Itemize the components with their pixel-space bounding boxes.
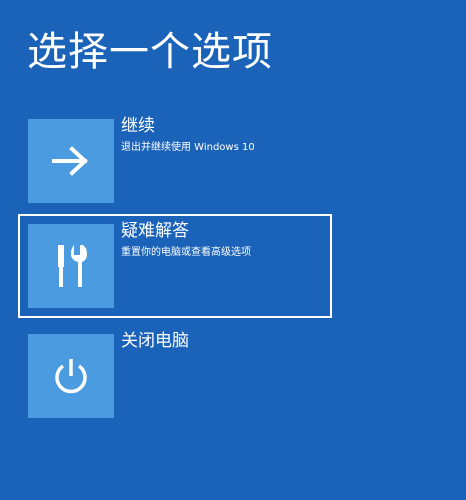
tools-icon	[58, 245, 87, 287]
shutdown-text: 关闭电脑	[121, 329, 326, 353]
shutdown-option[interactable]: 关闭电脑	[18, 324, 332, 428]
shutdown-tile[interactable]	[28, 334, 114, 418]
continue-title: 继续	[121, 116, 155, 136]
page-title: 选择一个选项	[27, 29, 273, 75]
continue-text: 继续 退出并继续使用 Windows 10	[121, 114, 326, 155]
continue-option[interactable]: 继续 退出并继续使用 Windows 10	[18, 109, 332, 213]
troubleshoot-title: 疑难解答	[121, 221, 189, 241]
shutdown-title: 关闭电脑	[121, 331, 189, 351]
arrow-right-icon	[52, 146, 88, 176]
continue-description: 退出并继续使用 Windows 10	[121, 142, 255, 153]
troubleshoot-text: 疑难解答 重置你的电脑或查看高级选项	[121, 219, 326, 260]
troubleshoot-tile[interactable]	[28, 224, 114, 308]
troubleshoot-description: 重置你的电脑或查看高级选项	[121, 247, 251, 258]
continue-tile[interactable]	[28, 119, 114, 203]
troubleshoot-option[interactable]: 疑难解答 重置你的电脑或查看高级选项	[18, 214, 332, 318]
power-icon	[55, 359, 87, 394]
